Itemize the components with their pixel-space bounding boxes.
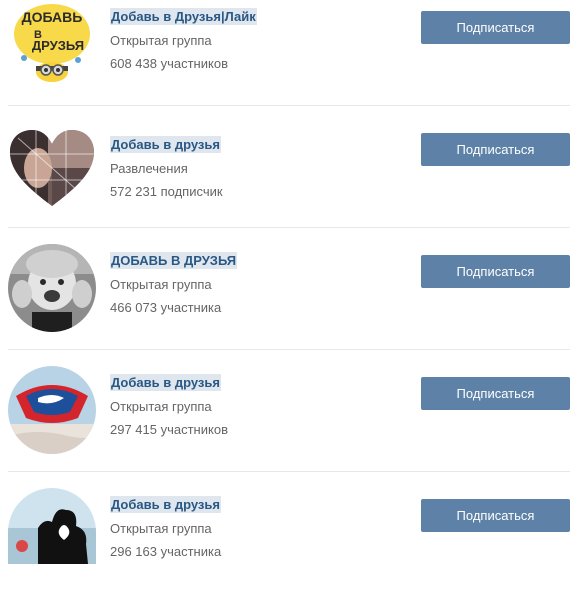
- group-avatar-superman-photo[interactable]: [8, 366, 96, 454]
- group-list-item: ДОБАВЬ В ДРУЗЬЯ Добавь в Друзья|Лайк Отк…: [8, 0, 570, 122]
- group-category: Развлечения: [110, 161, 188, 176]
- group-member-count: 608 438 участников: [110, 56, 228, 71]
- group-list-item: Добавь в друзья Открытая группа 296 163 …: [8, 488, 570, 610]
- subscribe-button[interactable]: Подписаться: [421, 255, 570, 288]
- group-avatar-silhouette-photo[interactable]: [8, 488, 96, 564]
- group-info: ДОБАВЬ В ДРУЗЬЯ Открытая группа 466 073 …: [110, 252, 238, 316]
- subscribe-button[interactable]: Подписаться: [421, 11, 570, 44]
- group-name-link[interactable]: Добавь в Друзья|Лайк: [110, 8, 257, 25]
- group-info: Добавь в друзья Открытая группа 296 163 …: [110, 496, 221, 560]
- group-info: Добавь в друзья Развлечения 572 231 подп…: [110, 136, 223, 200]
- group-category: Открытая группа: [110, 277, 212, 292]
- group-member-count: 297 415 участников: [110, 422, 228, 437]
- subscribe-button[interactable]: Подписаться: [421, 499, 570, 532]
- group-list-item: ДОБАВЬ В ДРУЗЬЯ Открытая группа 466 073 …: [8, 244, 570, 366]
- subscribe-button[interactable]: Подписаться: [421, 133, 570, 166]
- group-category: Открытая группа: [110, 33, 212, 48]
- group-category: Открытая группа: [110, 399, 212, 414]
- group-member-count: 466 073 участника: [110, 300, 222, 315]
- group-avatar-heart-photo[interactable]: [8, 128, 96, 216]
- group-name-link[interactable]: Добавь в друзья: [110, 136, 221, 153]
- group-member-count: 572 231 подписчик: [110, 184, 223, 199]
- row-divider: [8, 105, 570, 106]
- group-info: Добавь в Друзья|Лайк Открытая группа 608…: [110, 8, 257, 72]
- subscribe-button[interactable]: Подписаться: [421, 377, 570, 410]
- avatar-logo-text-top: ДОБАВЬ: [22, 9, 83, 25]
- avatar-logo-text-bottom: ДРУЗЬЯ: [32, 38, 84, 53]
- group-member-count: 296 163 участника: [110, 544, 222, 559]
- group-name-link[interactable]: Добавь в друзья: [110, 496, 221, 513]
- row-divider: [8, 227, 570, 228]
- group-avatar-child-photo[interactable]: [8, 244, 96, 332]
- row-divider: [8, 471, 570, 472]
- row-divider: [8, 349, 570, 350]
- group-name-link[interactable]: ДОБАВЬ В ДРУЗЬЯ: [110, 252, 238, 269]
- group-list-item: Добавь в друзья Развлечения 572 231 подп…: [8, 128, 570, 250]
- group-name-link[interactable]: Добавь в друзья: [110, 374, 221, 391]
- group-category: Открытая группа: [110, 521, 212, 536]
- group-avatar-minion-logo[interactable]: ДОБАВЬ В ДРУЗЬЯ: [8, 0, 96, 88]
- group-list-item: Добавь в друзья Открытая группа 297 415 …: [8, 366, 570, 488]
- group-info: Добавь в друзья Открытая группа 297 415 …: [110, 374, 228, 438]
